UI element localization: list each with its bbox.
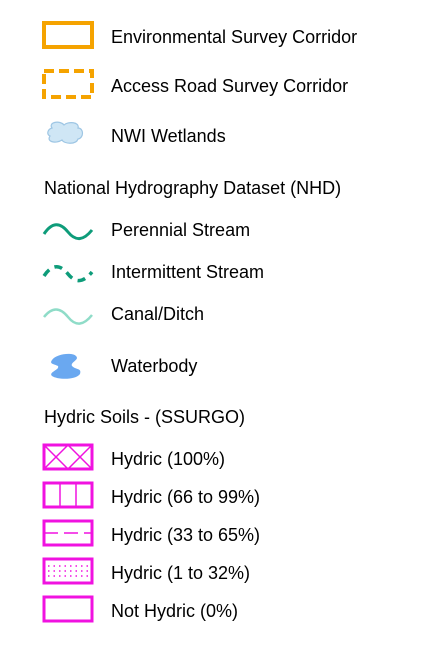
legend-label-hydric-100: Hydric (100%) — [111, 449, 226, 469]
legend-label-nwi-wetlands: NWI Wetlands — [111, 126, 226, 146]
legend-label-hydric-1-to-32: Hydric (1 to 32%) — [111, 563, 251, 583]
legend-label-perennial-stream: Perennial Stream — [111, 220, 251, 240]
canal-icon — [42, 299, 94, 335]
dashed-orange-rectangle-icon — [42, 66, 94, 102]
waterbody-icon — [42, 348, 94, 384]
hydric-soils-heading: Hydric Soils - (SSURGO) — [44, 407, 246, 427]
legend-label-waterbody: Waterbody — [111, 356, 198, 376]
cross-hatch-box-icon — [42, 440, 94, 476]
legend-label-hydric-33-to-65: Hydric (33 to 65%) — [111, 525, 261, 545]
legend-label-environmental-survey-corridor: Environmental Survey Corridor — [111, 27, 358, 47]
dotted-box-icon — [42, 554, 94, 590]
dashed-horizontal-box-icon — [42, 516, 94, 552]
empty-box-icon — [42, 592, 94, 628]
map-legend: Environmental Survey Corridor Access Roa… — [0, 0, 425, 655]
legend-label-intermittent-stream: Intermittent Stream — [111, 262, 265, 282]
dashed-stream-icon — [42, 256, 94, 292]
legend-label-access-road-survey-corridor: Access Road Survey Corridor — [111, 76, 349, 96]
legend-label-not-hydric: Not Hydric (0%) — [111, 601, 239, 621]
solid-stream-icon — [42, 214, 94, 250]
solid-orange-rectangle-icon — [42, 18, 94, 54]
nhd-heading: National Hydrography Dataset (NHD) — [44, 178, 342, 198]
wetland-polygon-icon — [42, 114, 94, 150]
vertical-lines-box-icon — [42, 478, 94, 514]
legend-label-hydric-66-to-99: Hydric (66 to 99%) — [111, 487, 261, 507]
legend-label-canal-ditch: Canal/Ditch — [111, 304, 205, 324]
